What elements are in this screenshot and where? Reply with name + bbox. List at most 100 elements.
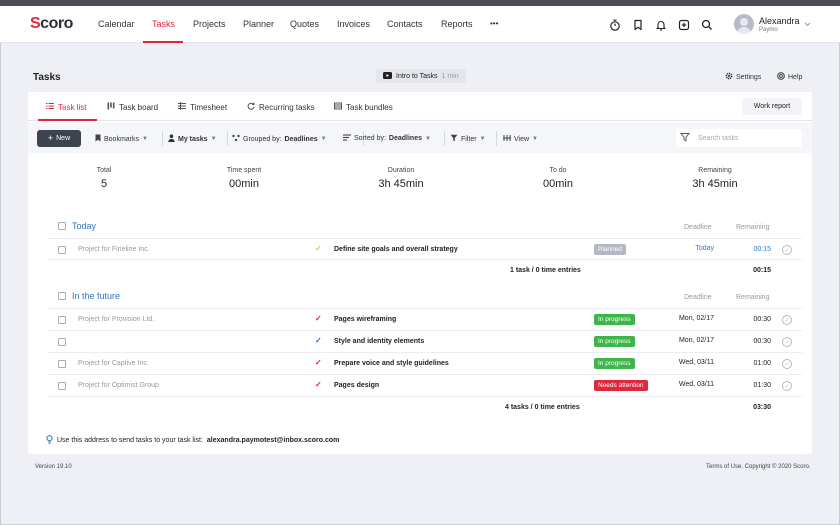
task-project[interactable]: Project for Fineline Inc. xyxy=(78,246,150,253)
caret-down-icon: ▼ xyxy=(210,136,217,142)
task-remaining: 01:00 xyxy=(753,360,771,367)
nav-item-quotes[interactable]: Quotes xyxy=(290,19,319,29)
page-title: Tasks xyxy=(33,72,61,83)
status-badge: In progress xyxy=(594,336,635,347)
gear-icon xyxy=(725,72,733,82)
task-checkbox[interactable] xyxy=(58,316,66,324)
copyright-link[interactable]: Terms of Use. Copyright © 2020 Scoro. xyxy=(706,464,810,470)
filter-funnel-icon[interactable] xyxy=(680,132,690,144)
nav-item-invoices[interactable]: Invoices xyxy=(337,19,370,29)
complete-task-button[interactable]: ✓ xyxy=(782,245,792,255)
summary-duration-value: 3h 45min xyxy=(378,178,424,190)
task-project[interactable]: Project for Captive Inc. xyxy=(78,360,149,367)
task-checkbox[interactable] xyxy=(58,382,66,390)
nav-item-contacts[interactable]: Contacts xyxy=(387,19,423,29)
group-select-checkbox[interactable] xyxy=(58,292,66,300)
nav-item-calendar[interactable]: Calendar xyxy=(98,19,135,29)
tab-task-bundles[interactable]: Task bundles xyxy=(334,102,393,112)
tab-label: Task list xyxy=(58,102,87,112)
nav-more-button[interactable]: ••• xyxy=(490,19,498,28)
view-dropdown[interactable]: View ▼ xyxy=(503,134,538,144)
tab-recurring-tasks[interactable]: Recurring tasks xyxy=(247,102,315,112)
complete-task-button[interactable]: ✓ xyxy=(782,381,792,391)
task-title[interactable]: Define site goals and overall strategy xyxy=(334,246,458,253)
plus-square-icon[interactable] xyxy=(677,18,691,32)
user-name[interactable]: Alexandra xyxy=(759,16,800,26)
group-title-in-the-future[interactable]: In the future xyxy=(72,291,120,301)
check-icon: ✓ xyxy=(784,383,790,390)
task-deadline: Mon, 02/17 xyxy=(678,315,714,322)
task-checkbox[interactable] xyxy=(58,360,66,368)
bookmark-icon[interactable] xyxy=(631,18,645,32)
bell-icon[interactable] xyxy=(654,18,668,32)
version-label: Version 19.10 xyxy=(35,464,72,470)
group-title-today[interactable]: Today xyxy=(72,221,96,231)
check-icon: ✓ xyxy=(784,339,790,346)
scoro-logo[interactable]: Scoro xyxy=(30,15,73,33)
work-report-button[interactable]: Work report xyxy=(742,98,802,115)
task-title[interactable]: Pages design xyxy=(334,382,379,389)
filter-dropdown[interactable]: Filter ▼ xyxy=(450,134,486,144)
complete-task-button[interactable]: ✓ xyxy=(782,315,792,325)
task-remaining: 00:30 xyxy=(753,338,771,345)
settings-label: Settings xyxy=(736,73,762,81)
task-email-address[interactable]: alexandra.paymotest@inbox.scoro.com xyxy=(207,437,339,444)
sorted-value: Deadlines xyxy=(388,135,422,142)
nav-item-planner[interactable]: Planner xyxy=(243,19,274,29)
grouped-by-dropdown[interactable]: Grouped by: Deadlines ▼ xyxy=(232,134,327,144)
task-tabs: Task list Task board Timesheet Recurring… xyxy=(28,92,812,121)
sorted-by-dropdown[interactable]: Sorted by: Deadlines ▼ xyxy=(343,134,431,143)
nav-item-projects[interactable]: Projects xyxy=(193,19,226,29)
deadline-column-header[interactable]: Deadline xyxy=(684,224,712,231)
help-icon xyxy=(777,72,785,82)
complete-task-button[interactable]: ✓ xyxy=(782,337,792,347)
deadline-column-header[interactable]: Deadline xyxy=(684,294,712,301)
task-checkbox[interactable] xyxy=(58,246,66,254)
bookmarks-dropdown[interactable]: Bookmarks ▼ xyxy=(95,134,148,144)
remaining-column-header[interactable]: Remaining xyxy=(736,294,769,301)
status-badge: Planned xyxy=(594,244,626,255)
group-totals-text: 4 tasks / 0 time entries xyxy=(505,404,580,411)
nav-item-tasks[interactable]: Tasks xyxy=(152,19,175,29)
my-tasks-label: My tasks xyxy=(178,135,208,143)
task-project[interactable]: Project for Provision Ltd. xyxy=(78,316,154,323)
task-title[interactable]: Prepare voice and style guidelines xyxy=(334,360,449,367)
tab-timesheet[interactable]: Timesheet xyxy=(178,102,227,112)
settings-link[interactable]: Settings xyxy=(725,72,761,82)
group-totals-value: 00:15 xyxy=(753,267,771,274)
search-input[interactable] xyxy=(698,132,798,144)
new-task-button[interactable]: + New xyxy=(37,130,81,147)
task-checkbox[interactable] xyxy=(58,338,66,346)
logo-text: coro xyxy=(40,15,73,32)
user-icon xyxy=(168,134,175,144)
tab-task-board[interactable]: Task board xyxy=(107,102,158,112)
tab-label: Timesheet xyxy=(190,102,228,112)
grouped-prefix: Grouped by: xyxy=(243,135,282,143)
my-tasks-dropdown[interactable]: My tasks ▼ xyxy=(168,134,217,144)
top-navbar: Scoro Calendar Tasks Projects Planner Qu… xyxy=(0,6,840,43)
task-title[interactable]: Style and identity elements xyxy=(334,338,424,345)
caret-down-icon: ▼ xyxy=(425,135,431,142)
search-icon[interactable] xyxy=(700,18,714,32)
task-remaining: 00:30 xyxy=(753,316,771,323)
group-totals-text: 1 task / 0 time entries xyxy=(510,267,581,274)
group-totals-value: 03:30 xyxy=(753,404,771,411)
list-icon xyxy=(46,102,54,112)
intro-video-button[interactable]: Intro to Tasks 1 min xyxy=(376,69,466,83)
help-link[interactable]: Help xyxy=(777,72,802,82)
task-deadline: Wed, 03/11 xyxy=(678,359,714,366)
complete-task-button[interactable]: ✓ xyxy=(782,359,792,369)
stopwatch-icon[interactable] xyxy=(608,18,622,32)
chevron-down-icon[interactable] xyxy=(804,20,811,29)
group-icon xyxy=(232,134,240,144)
remaining-column-header[interactable]: Remaining xyxy=(736,224,769,231)
task-checkmark-icon: ✓ xyxy=(315,358,322,367)
user-avatar[interactable] xyxy=(734,14,754,34)
timesheet-icon xyxy=(178,102,186,112)
tab-task-list[interactable]: Task list xyxy=(46,102,86,112)
group-select-checkbox[interactable] xyxy=(58,222,66,230)
task-project[interactable]: Project for Optimist Group xyxy=(78,382,159,389)
nav-item-reports[interactable]: Reports xyxy=(441,19,473,29)
bookmark-icon xyxy=(95,134,101,144)
task-title[interactable]: Pages wireframing xyxy=(334,316,396,323)
